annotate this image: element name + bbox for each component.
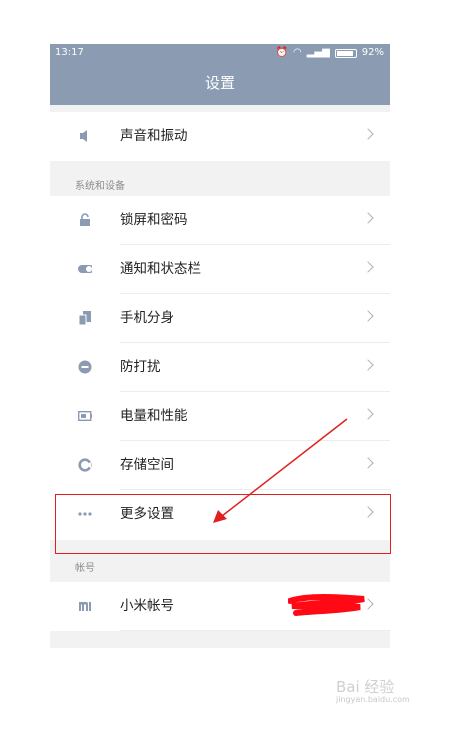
watermark-url: jingyan.baidu.com: [336, 695, 410, 704]
annotation-arrow: [213, 418, 348, 523]
watermark: Bai 经验 jingyan.baidu.com: [336, 676, 410, 704]
redaction-scribble: [288, 594, 365, 616]
watermark-text: Bai 经验: [336, 678, 395, 696]
